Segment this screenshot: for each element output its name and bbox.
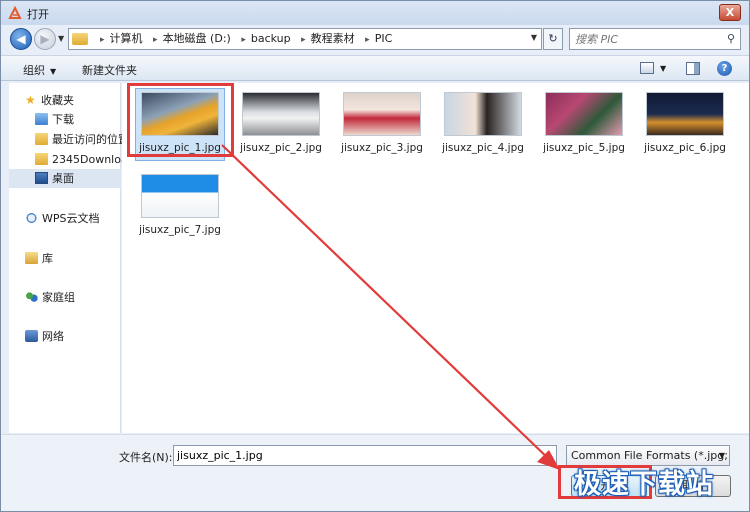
sidebar-item-label: 网络 xyxy=(42,330,64,343)
breadcrumb-drive-d[interactable]: 本地磁盘 (D:) xyxy=(163,32,231,45)
sidebar-item-network[interactable]: 网络 xyxy=(9,327,121,346)
breadcrumb-pic[interactable]: PIC xyxy=(375,32,393,45)
file-name: jisuxz_pic_6.jpg xyxy=(644,142,726,154)
sidebar-item-wps-cloud[interactable]: WPS云文档 xyxy=(9,209,121,228)
file-name: jisuxz_pic_5.jpg xyxy=(543,142,625,154)
breadcrumb-tutorial-material[interactable]: 教程素材 xyxy=(311,32,355,45)
star-icon: ★ xyxy=(25,93,36,107)
file-item[interactable]: jisuxz_pic_6.jpg xyxy=(632,88,728,166)
organize-label: 组织 xyxy=(23,64,45,77)
view-options-dropdown-icon[interactable]: ▼ xyxy=(660,64,666,73)
search-icon[interactable]: ⚲ xyxy=(727,32,735,45)
app-icon xyxy=(8,6,22,19)
sidebar-item-desktop[interactable]: 桌面 xyxy=(9,169,121,188)
network-icon xyxy=(25,330,38,342)
sidebar-item-label: 桌面 xyxy=(52,172,74,185)
highlight-box-selected-file xyxy=(127,83,234,157)
recent-places-icon xyxy=(35,133,48,145)
command-toolbar: 组织 ▼ 新建文件夹 ▼ ? xyxy=(1,55,749,81)
file-name: jisuxz_pic_7.jpg xyxy=(139,224,221,236)
folder-icon xyxy=(35,153,48,165)
recent-pages-dropdown-icon[interactable]: ▼ xyxy=(58,34,64,43)
chevron-down-icon: ▼ xyxy=(718,451,725,460)
cloud-icon xyxy=(25,212,38,224)
sidebar-item-label: 收藏夹 xyxy=(41,94,74,107)
watermark: 极速下载站 xyxy=(574,469,714,500)
chevron-right-icon[interactable]: ▸ xyxy=(153,35,158,45)
image-thumbnail xyxy=(343,92,421,136)
sidebar-item-downloads[interactable]: 下载 xyxy=(9,110,121,129)
filename-input[interactable] xyxy=(173,445,557,466)
homegroup-icon xyxy=(25,291,38,303)
sidebar-item-favorites[interactable]: ★ 收藏夹 xyxy=(9,91,121,110)
search-input[interactable] xyxy=(575,30,715,48)
change-view-icon[interactable] xyxy=(640,62,654,74)
address-dropdown-icon[interactable]: ▼ xyxy=(531,33,537,42)
title-bar: 打开 X xyxy=(1,1,749,25)
file-name: jisuxz_pic_2.jpg xyxy=(240,142,322,154)
help-icon[interactable]: ? xyxy=(717,61,732,76)
filename-label: 文件名(N): xyxy=(119,451,173,464)
breadcrumb-backup[interactable]: backup xyxy=(251,32,291,45)
sidebar-item-label: 最近访问的位置 xyxy=(52,133,129,146)
sidebar-item-label: 下载 xyxy=(52,113,74,126)
image-thumbnail xyxy=(444,92,522,136)
image-thumbnail xyxy=(646,92,724,136)
sidebar-item-recent-places[interactable]: 最近访问的位置 xyxy=(9,130,129,149)
file-name: jisuxz_pic_3.jpg xyxy=(341,142,423,154)
open-file-dialog: 打开 X ◀ ▶ ▼ ▸ 计算机 ▸ 本地磁盘 (D:) ▸ backup ▸ 教程素材… xyxy=(0,0,750,512)
chevron-right-icon[interactable]: ▸ xyxy=(100,35,105,45)
refresh-button[interactable]: ↻ xyxy=(543,28,563,50)
close-button[interactable]: X xyxy=(719,4,741,21)
image-thumbnail xyxy=(141,174,219,218)
back-button[interactable]: ◀ xyxy=(10,28,32,50)
address-bar[interactable]: ▸ 计算机 ▸ 本地磁盘 (D:) ▸ backup ▸ 教程素材 ▸ PIC ▼ xyxy=(68,28,542,50)
library-icon xyxy=(25,252,38,264)
sidebar-item-homegroup[interactable]: 家庭组 xyxy=(9,288,121,307)
desktop-icon xyxy=(35,172,48,184)
breadcrumb: ▸ 计算机 ▸ 本地磁盘 (D:) ▸ backup ▸ 教程素材 ▸ PIC xyxy=(93,29,392,49)
chevron-right-icon[interactable]: ▸ xyxy=(241,35,246,45)
sidebar-item-libraries[interactable]: 库 xyxy=(9,249,121,268)
file-type-value: Common File Formats (*.jpg; xyxy=(571,449,728,462)
chevron-right-icon[interactable]: ▸ xyxy=(365,35,370,45)
file-item[interactable]: jisuxz_pic_7.jpg xyxy=(127,170,223,248)
download-folder-icon xyxy=(35,113,48,125)
preview-pane-icon[interactable] xyxy=(686,62,700,75)
file-item[interactable]: jisuxz_pic_2.jpg xyxy=(228,88,324,166)
search-box[interactable]: ⚲ xyxy=(569,28,741,50)
folder-icon xyxy=(72,33,88,45)
chevron-down-icon: ▼ xyxy=(50,67,57,76)
sidebar-item-2345downloads[interactable]: 2345Downloads xyxy=(9,150,140,169)
sidebar-item-label: 库 xyxy=(42,252,53,265)
navigation-bar: ◀ ▶ ▼ ▸ 计算机 ▸ 本地磁盘 (D:) ▸ backup ▸ 教程素材 ▸ PIC… xyxy=(1,25,749,53)
forward-button[interactable]: ▶ xyxy=(34,28,56,50)
organize-button[interactable]: 组织 ▼ xyxy=(23,62,56,78)
image-thumbnail xyxy=(545,92,623,136)
image-thumbnail xyxy=(242,92,320,136)
file-name: jisuxz_pic_4.jpg xyxy=(442,142,524,154)
refresh-icon: ↻ xyxy=(548,32,558,45)
file-item[interactable]: jisuxz_pic_4.jpg xyxy=(430,88,526,166)
navigation-pane: ★ 收藏夹 下载 最近访问的位置 2345Downloads 桌面 WPS云文档… xyxy=(9,83,140,433)
new-folder-button[interactable]: 新建文件夹 xyxy=(82,62,137,78)
sidebar-item-label: WPS云文档 xyxy=(42,212,100,225)
file-item[interactable]: jisuxz_pic_5.jpg xyxy=(531,88,627,166)
window-title: 打开 xyxy=(27,8,49,21)
sidebar-item-label: 家庭组 xyxy=(42,291,75,304)
chevron-right-icon[interactable]: ▸ xyxy=(301,35,306,45)
breadcrumb-computer[interactable]: 计算机 xyxy=(110,32,143,45)
file-item[interactable]: jisuxz_pic_3.jpg xyxy=(329,88,425,166)
